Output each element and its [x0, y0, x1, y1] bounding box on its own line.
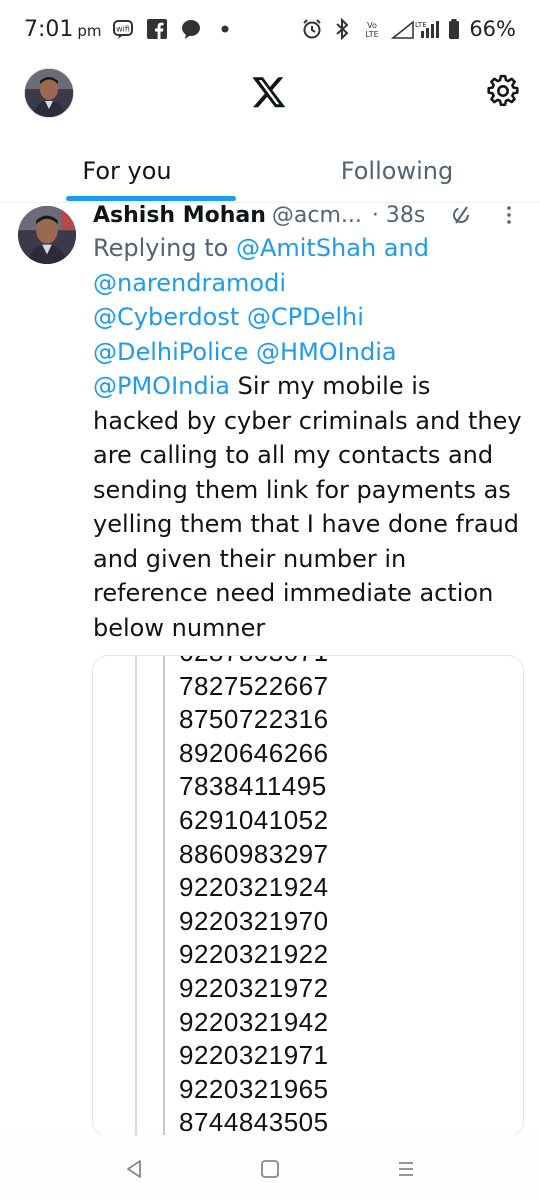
tab-for-you[interactable]: For you — [0, 140, 254, 202]
replying-to: Replying to @AmitShah and — [93, 234, 429, 262]
alarm-icon — [301, 18, 323, 40]
reply-mention[interactable]: @AmitShah and — [236, 234, 429, 262]
dot-icon — [214, 18, 236, 40]
recents-icon[interactable] — [392, 1155, 420, 1183]
tweet-author-avatar[interactable] — [18, 206, 76, 264]
messenger-icon — [180, 18, 202, 40]
svg-text:LTE: LTE — [415, 21, 427, 29]
phone-number-item: 9220321942 — [179, 1006, 329, 1037]
phone-number-item: 9220321922 — [179, 939, 329, 970]
tweet-message: @PMOIndia Sir my mobile is hacked by cyb… — [93, 372, 522, 642]
tweet-media-image[interactable]: 6287803071782752266787507223168920646266… — [92, 655, 524, 1137]
facebook-icon — [146, 18, 168, 40]
avatar[interactable] — [24, 68, 74, 118]
phone-number-item: 9220321971 — [179, 1040, 329, 1071]
more-options-icon[interactable] — [503, 204, 515, 226]
home-icon[interactable] — [256, 1155, 284, 1183]
battery-percent: 66% — [469, 17, 516, 41]
phone-number-list: 6287803071782752266787507223168920646266… — [179, 656, 329, 1137]
back-icon[interactable] — [120, 1155, 148, 1183]
phone-number-item: 6287803071 — [179, 656, 329, 670]
phone-number-item: 9220321965 — [179, 1073, 329, 1104]
app-header — [0, 62, 540, 122]
tweet-body: Ashish Mohan @acm... · 38s Replying to @… — [93, 200, 523, 645]
x-logo-icon[interactable] — [251, 74, 287, 110]
status-notification-icons: wifi — [112, 18, 236, 40]
mentions-line-1[interactable]: @Cyberdost @CPDelhi — [93, 300, 523, 335]
svg-text:Vo: Vo — [367, 21, 377, 30]
bluetooth-icon — [331, 18, 353, 40]
tweet-text: Replying to @AmitShah and @narendramodi … — [93, 231, 523, 645]
tweet-time: · 38s — [371, 202, 426, 228]
phone-number-item: 9220321924 — [179, 872, 329, 903]
reply-mention-2[interactable]: @narendramodi — [93, 266, 523, 301]
status-time: 7:01 pm — [24, 17, 102, 42]
phone-number-item: 6291041052 — [179, 804, 329, 835]
phone-number-item: 9220321972 — [179, 972, 329, 1003]
phone-number-item: 7827522667 — [179, 670, 329, 701]
wifi-calling-icon: wifi — [112, 18, 134, 40]
phone-number-item: 7838411495 — [179, 771, 327, 802]
system-nav-bar — [0, 1135, 540, 1200]
svg-text:wifi: wifi — [116, 25, 130, 34]
battery-icon — [447, 18, 461, 40]
mention-pmo[interactable]: @PMOIndia — [93, 372, 230, 400]
volte-icon: Vo LTE — [361, 18, 383, 40]
mentions-line-2[interactable]: @DelhiPolice @HMOIndia — [93, 335, 523, 370]
phone-number-item: 8860983297 — [179, 838, 329, 869]
media-margin-line-2 — [163, 656, 165, 1136]
media-margin-line — [135, 656, 137, 1136]
phone-number-item: 8744843505 — [179, 1107, 329, 1137]
status-system-icons: Vo LTE LTE 66% — [301, 17, 516, 41]
phone-number-item: 9220321970 — [179, 905, 329, 936]
settings-gear-icon[interactable] — [486, 74, 520, 108]
timeline-tabs: For you Following — [0, 140, 540, 203]
author-name[interactable]: Ashish Mohan — [93, 203, 266, 228]
status-bar: 7:01 pm wifi Vo LTE LTE 66% — [0, 0, 540, 62]
author-handle[interactable]: @acm... — [272, 203, 362, 228]
signal-icon: LTE — [391, 18, 440, 40]
grok-icon[interactable] — [450, 204, 472, 226]
svg-text:LTE: LTE — [366, 30, 379, 39]
phone-number-item: 8750722316 — [179, 704, 329, 735]
tab-following[interactable]: Following — [270, 140, 524, 202]
phone-number-item: 8920646266 — [179, 737, 329, 768]
